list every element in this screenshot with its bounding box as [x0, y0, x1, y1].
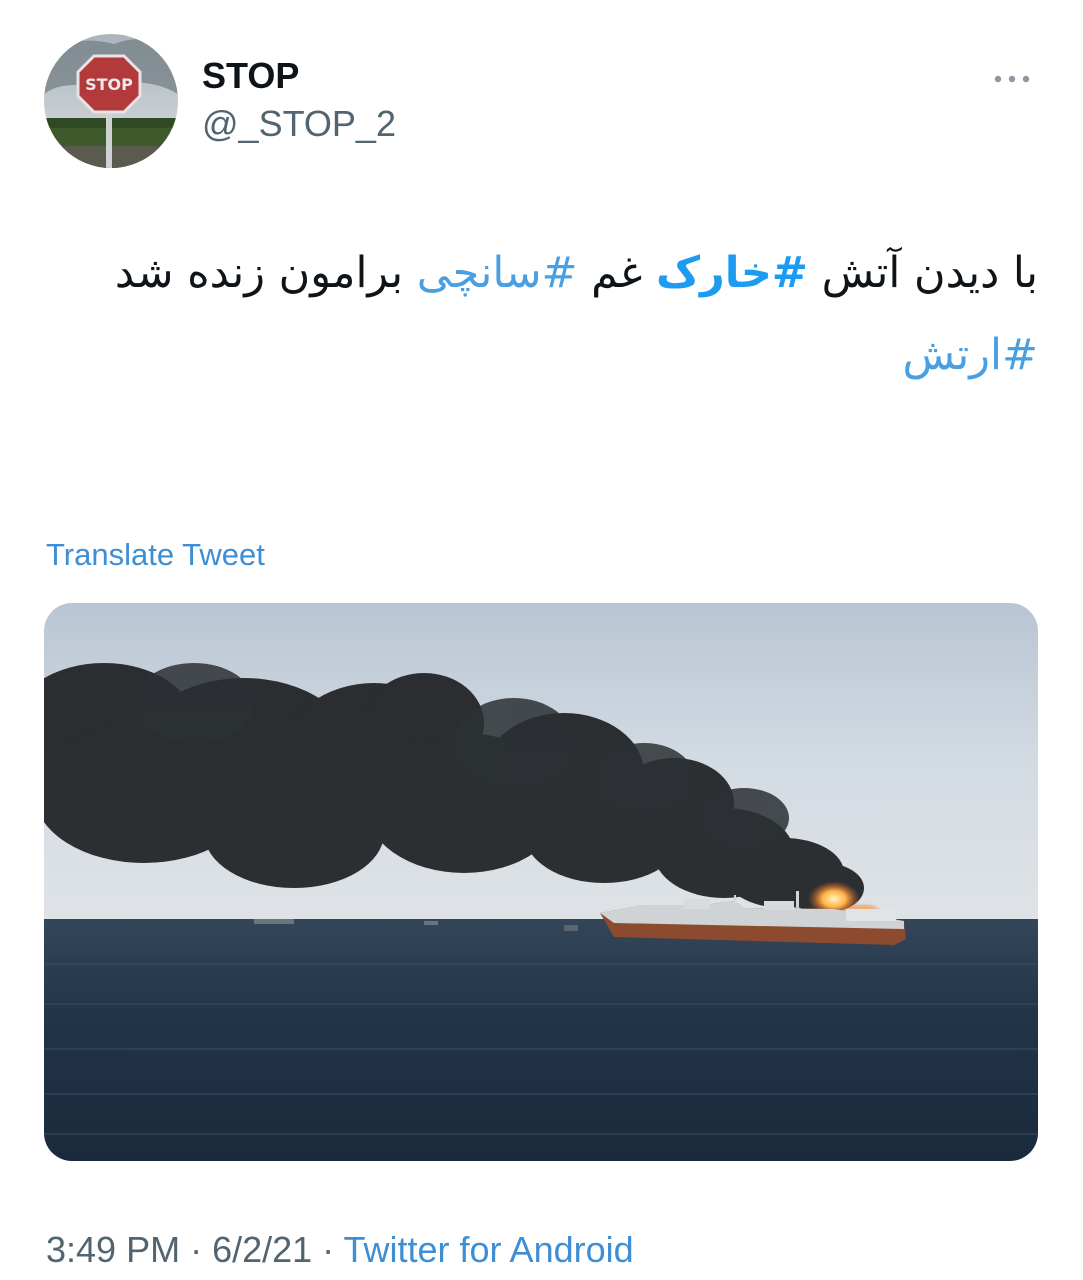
tweet-meta: 3:49 PM · 6/2/21 · Twitter for Android [46, 1228, 634, 1272]
tweet-text: با دیدن آتش #خارک غم #سانچی برامون زنده … [44, 232, 1038, 396]
tweet-photo[interactable] [44, 603, 1038, 1161]
author-name[interactable]: STOP [202, 56, 299, 96]
burning-ship-photo [44, 603, 1038, 1161]
more-options-button[interactable] [986, 62, 1038, 94]
tweet: STOP STOP @_STOP_2 با دیدن آتش #خارک غم … [0, 0, 1083, 1280]
more-dots-icon [994, 75, 1030, 83]
hashtag-artesh[interactable]: #ارتش [902, 330, 1038, 380]
stop-sign-avatar-icon: STOP [44, 34, 178, 168]
tweet-text-segment: با دیدن آتش [807, 248, 1038, 298]
hashtag-sanchi[interactable]: #سانچی [417, 248, 578, 298]
tweet-text-segment: غم [577, 248, 656, 298]
tweet-text-segment: برامون زنده شد [114, 248, 417, 298]
avatar[interactable]: STOP [44, 34, 178, 168]
translate-tweet-link[interactable]: Translate Tweet [46, 536, 265, 574]
tweet-time[interactable]: 3:49 PM [46, 1229, 180, 1270]
meta-separator: · [180, 1229, 213, 1270]
svg-text:STOP: STOP [85, 75, 133, 94]
tweet-date[interactable]: 6/2/21 [212, 1229, 312, 1270]
hashtag-khark[interactable]: #خارک [656, 248, 808, 298]
author-handle[interactable]: @_STOP_2 [202, 104, 396, 144]
tweet-source-link[interactable]: Twitter for Android [344, 1229, 634, 1270]
meta-separator: · [312, 1229, 344, 1270]
